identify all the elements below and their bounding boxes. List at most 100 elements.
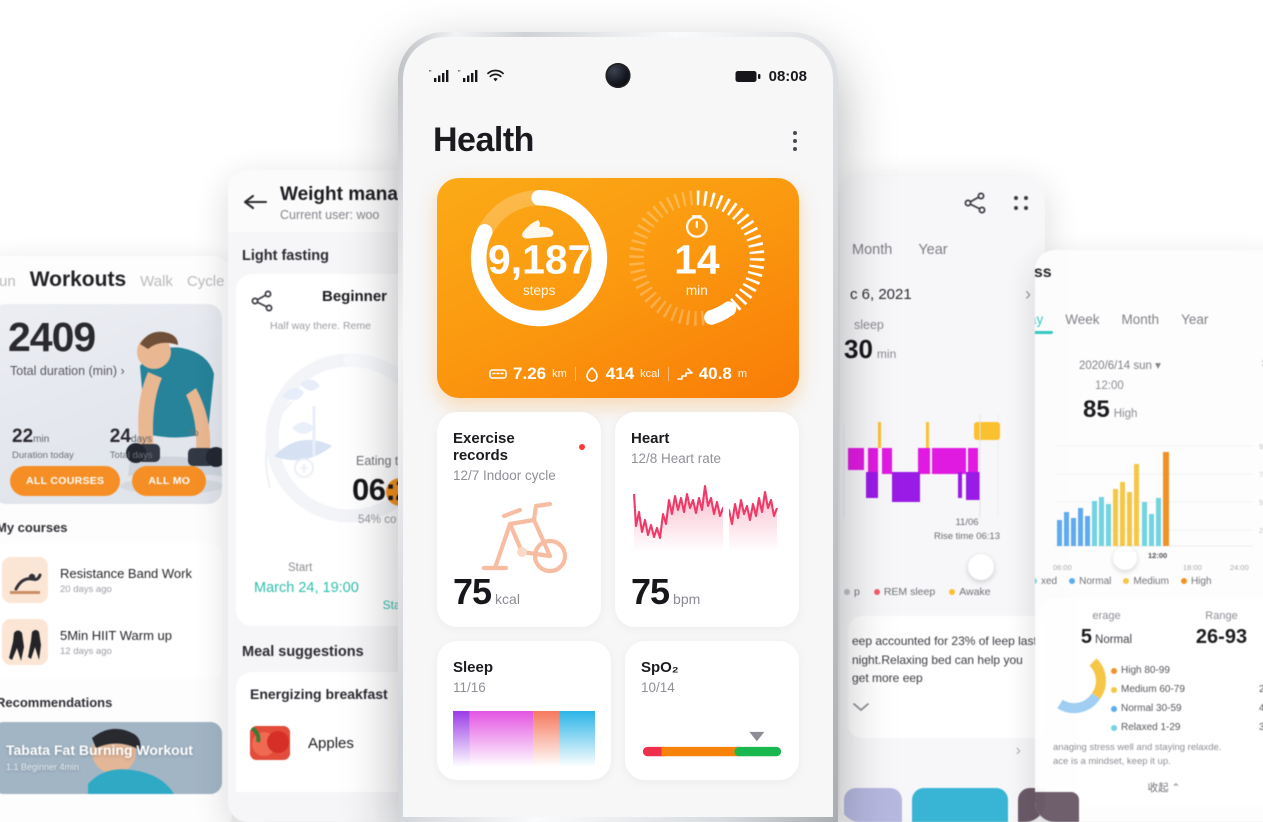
steps-value-text: 9,187 [488,237,590,283]
signal-bars-icon: " [429,70,449,82]
list-item[interactable]: 5Min HIIT Warm up 12 days ago [0,611,222,673]
spo2-card[interactable]: SpO₂ 10/14 [625,641,799,780]
stat-duration-today: 22min Duration today [12,426,74,461]
page-title: Weight mana [280,184,398,205]
legend-dot-icon [1069,578,1076,584]
breakfast-card[interactable]: Energizing breakfast Apples [236,672,420,792]
thumb-1[interactable] [844,788,902,822]
stress-average: erage 5 Normal [1049,610,1164,649]
breakdown-percent: 23% [1258,684,1263,695]
metric-distance-unit: km [552,368,567,380]
breakdown-name: High 80-99 [1121,665,1170,676]
stress-bar-chart[interactable]: 99 79 59 29 12:00 [1035,434,1263,579]
stress-score: 85 High [1083,396,1137,424]
total-duration-text: Total duration (min) [10,364,117,378]
sleep-chart-caption: 11/06 Rise time 06:13 [934,516,1000,545]
current-user: Current user: woo [280,208,416,222]
stress-tabs: ay Week Month Year [1035,312,1208,334]
recommendation-meta: 1.1 Beginner 4min [6,762,80,772]
stress-legend: xed Normal Medium High [1035,576,1212,587]
food-row[interactable]: Apples [250,726,354,760]
breakdown-percent: 0% [1243,665,1263,676]
legend-dot-icon [844,589,850,595]
bottom-thumb[interactable] [1035,792,1079,822]
legend-dot-icon [1111,686,1117,693]
sleep-tabs: Month Year [852,242,948,258]
stress-tab-year[interactable]: Year [1181,312,1208,327]
workouts-tab-cycle[interactable]: Cycle [187,273,225,290]
calorie-flame-icon [585,367,598,382]
chevron-right-icon[interactable]: › [1025,284,1031,305]
sleep-tab-year[interactable]: Year [918,242,947,258]
legend-item: xed [1035,576,1057,587]
workouts-panel: run Workouts Walk Cycle 2409 Total durat… [0,256,232,822]
stress-tab-week[interactable]: Week [1065,312,1099,327]
card-value-number: 75 [631,571,670,612]
stress-date-selector[interactable]: 2020/6/14 sun ▾ [1079,358,1161,372]
recommendation-card[interactable]: Tabata Fat Burning Workout 1.1 Beginner … [0,722,222,794]
sleep-more-chevron-icon[interactable]: › [1016,742,1021,760]
card-title: Sleep [453,659,595,676]
back-arrow-icon[interactable] [242,192,268,212]
stress-date-text: 2020/6/14 sun [1079,360,1152,372]
svg-text:06:00: 06:00 [1053,563,1072,572]
share-icon[interactable] [250,290,274,312]
stress-tip-line1: anaging stress well and staying relaxde. [1053,742,1222,753]
minutes-label-text: min [686,283,708,298]
course-name: Resistance Band Work [60,565,192,581]
card-art [631,472,783,568]
sleep-metric-number: 30 [844,334,873,364]
workouts-tab-workouts[interactable]: Workouts [30,268,126,292]
stress-range-value: 26-93 [1195,626,1248,648]
status-bar: " " 08:08 [403,37,833,93]
course-info: 5Min HIIT Warm up 12 days ago [60,628,172,657]
stress-average-value: 5 Normal [1049,626,1164,649]
thumb-2[interactable] [912,788,1008,822]
scroll-knob[interactable] [1113,546,1137,570]
workouts-stats: 22min Duration today 24days Total days T… [12,426,199,461]
workouts-hero-card[interactable]: 2409 Total duration (min) › 22min Durati… [0,304,222,504]
course-thumbnail [2,557,48,603]
stat-total-days-label: Total days [109,450,153,461]
chevron-down-icon[interactable] [852,702,870,712]
distance-icon [489,369,507,379]
card-value-unit: bpm [673,591,701,607]
workouts-tab-walk[interactable]: Walk [140,273,173,290]
four-dots-icon[interactable] [1011,193,1031,213]
current-user-label: Current user: [280,208,353,222]
heart-card[interactable]: Heart 12/8 Heart rate 75 bpm [615,412,799,627]
course-name: 5Min HIIT Warm up [60,627,172,643]
svg-text:29: 29 [1259,528,1263,535]
stress-average-level: Normal [1095,634,1133,646]
share-icon[interactable] [963,192,987,214]
svg-text:": " [458,70,461,77]
stress-tab-day[interactable]: ay [1035,312,1054,334]
stat-third: To [189,426,199,461]
status-bar-time: 08:08 [768,67,807,85]
legend-item: p [844,586,860,598]
sleep-chart-date: 11/06 [955,517,979,528]
legend-label: High [1190,576,1212,587]
card-subtitle: 12/8 Heart rate [631,451,722,466]
battery-icon [735,70,761,82]
scroll-knob[interactable] [968,554,994,580]
status-bar-right: 08:08 [735,68,807,85]
stress-tip: anaging stress well and staying relaxde.… [1049,741,1263,770]
activity-summary-card[interactable]: 9,187 steps 14 min 7.26 km 414 kcal 40.8… [437,178,799,398]
workouts-tab-run[interactable]: run [0,273,16,290]
sleep-card[interactable]: Sleep 11/16 [437,641,611,780]
all-more-button[interactable]: ALL MO [132,466,207,496]
sleep-tab-month[interactable]: Month [852,242,892,258]
light-fasting-card[interactable]: Beginner Half way there. Reme Eating t 0… [236,274,420,626]
kebab-menu-icon[interactable] [787,125,803,157]
my-courses-card: Resistance Band Work 20 days ago 5Min HI… [0,543,222,679]
svg-text:99: 99 [1259,444,1263,451]
metric-card-row-2: Sleep 11/16 SpO₂ 10/14 [403,627,833,780]
stress-tab-month[interactable]: Month [1122,312,1160,327]
stat-duration-today-unit: min [33,434,50,445]
all-courses-button[interactable]: ALL COURSES [10,466,121,496]
recommendation-title: Tabata Fat Burning Workout [6,742,193,758]
exercise-records-card[interactable]: Exercise records 12/7 Indoor cycle 75 kc… [437,412,601,627]
stress-collapse-button[interactable]: 收起 ⌃ [1049,780,1263,795]
list-item[interactable]: Resistance Band Work 20 days ago [0,549,222,611]
